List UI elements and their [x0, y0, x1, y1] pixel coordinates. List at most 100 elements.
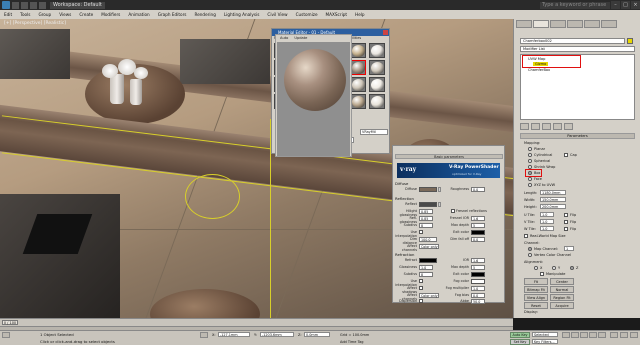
refl-gloss-field[interactable]: 0.85 — [419, 216, 433, 221]
material-slot[interactable] — [350, 94, 366, 109]
menu-graph-editors[interactable]: Graph Editors — [154, 12, 191, 17]
reflect-map-button[interactable] — [438, 202, 441, 207]
fog-bias-field[interactable]: 0.0 — [471, 293, 485, 298]
save-file-icon[interactable] — [30, 1, 37, 9]
material-slot[interactable] — [350, 77, 366, 92]
height-field[interactable]: 200.0mm — [540, 204, 566, 209]
ior-field[interactable]: 1.6 — [471, 258, 485, 263]
minimize-button[interactable]: – — [611, 1, 620, 9]
w-flip-checkbox[interactable] — [564, 227, 568, 231]
roughness-field[interactable]: 0.0 — [471, 187, 485, 192]
map-channel-field[interactable]: 1 — [564, 246, 574, 251]
real-world-checkbox[interactable] — [524, 234, 528, 238]
fresnel-checkbox[interactable] — [451, 209, 455, 213]
remove-modifier-icon[interactable] — [553, 123, 562, 130]
key-filters-button[interactable]: Key Filters... — [532, 339, 558, 344]
make-unique-icon[interactable] — [542, 123, 551, 130]
bitmap-fit-button[interactable]: Bitmap Fit — [524, 286, 548, 293]
tab-create[interactable] — [516, 20, 532, 28]
use-interp-checkbox[interactable] — [419, 230, 423, 234]
goto-start-icon[interactable] — [562, 332, 570, 338]
menu-edit[interactable]: Edit — [0, 12, 16, 17]
fog-mult-field[interactable]: 1.0 — [471, 286, 485, 291]
material-type-button[interactable]: VRayMtl — [360, 129, 388, 135]
menu-tools[interactable]: Tools — [16, 12, 34, 17]
fresnel-ior-field[interactable]: 1.6 — [471, 216, 485, 221]
close-icon[interactable] — [383, 30, 388, 35]
radio-map-channel[interactable] — [528, 247, 532, 251]
z-coordinate-field[interactable]: 0.0mm — [304, 332, 330, 337]
viewport-label[interactable]: [+] [Perspective] [Realistic] — [4, 21, 66, 26]
maxscript-listener-icon[interactable] — [2, 332, 10, 338]
fog-color-swatch[interactable] — [471, 279, 485, 284]
use-interp2-checkbox[interactable] — [419, 279, 423, 283]
menu-group[interactable]: Group — [34, 12, 55, 17]
tab-modify[interactable] — [533, 20, 549, 28]
diffuse-swatch[interactable] — [419, 187, 437, 192]
material-slot[interactable] — [350, 43, 366, 58]
pan-icon[interactable] — [620, 332, 628, 338]
goto-end-icon[interactable] — [598, 332, 606, 338]
radio-cylindrical[interactable] — [528, 153, 532, 157]
u-tile-field[interactable]: 1.0 — [540, 212, 554, 217]
new-file-icon[interactable] — [12, 1, 19, 9]
uvw-gizmo-circle[interactable] — [185, 174, 240, 219]
tab-motion[interactable] — [567, 20, 583, 28]
material-slot[interactable] — [369, 43, 385, 58]
play-icon[interactable] — [580, 332, 588, 338]
tab-hierarchy[interactable] — [550, 20, 566, 28]
stack-item-chamferbox[interactable]: ChamferBox — [528, 68, 550, 72]
r-subdivs-field[interactable]: 8 — [419, 272, 433, 277]
material-slot[interactable] — [369, 60, 385, 75]
affect-channels2-dropdown[interactable]: Color only — [419, 293, 439, 298]
maximize-button[interactable]: □ — [621, 1, 630, 9]
tab-auto[interactable]: Auto — [280, 35, 288, 41]
u-flip-checkbox[interactable] — [564, 213, 568, 217]
exit-color2-swatch[interactable] — [471, 272, 485, 277]
show-end-result-icon[interactable] — [531, 123, 540, 130]
width-field[interactable]: 150.0mm — [540, 197, 566, 202]
manipulate-checkbox[interactable] — [540, 272, 544, 276]
search-input[interactable]: Type a keyword or phrase — [540, 1, 610, 9]
material-slot[interactable] — [369, 94, 385, 109]
menu-animation[interactable]: Animation — [124, 12, 153, 17]
radio-spherical[interactable] — [528, 159, 532, 163]
close-button[interactable]: × — [631, 1, 640, 9]
menu-views[interactable]: Views — [55, 12, 75, 17]
r-max-depth-field[interactable]: 5 — [471, 265, 485, 270]
subdivs-field[interactable]: 8 — [419, 223, 433, 228]
time-slider[interactable]: 0 / 100 — [2, 320, 18, 325]
x-coordinate-field[interactable]: -127.1mm — [218, 332, 250, 337]
radio-vertex-color[interactable] — [528, 253, 532, 257]
object-color-swatch[interactable] — [627, 38, 633, 44]
app-logo-icon[interactable] — [2, 1, 10, 9]
v-flip-checkbox[interactable] — [564, 220, 568, 224]
selection-set-dropdown[interactable]: Selected — [532, 332, 558, 337]
tab-utilities[interactable] — [601, 20, 617, 28]
menu-create[interactable]: Create — [75, 12, 97, 17]
v-tile-field[interactable]: 1.0 — [540, 219, 554, 224]
y-coordinate-field[interactable]: -1203.6mm — [260, 332, 294, 337]
diffuse-map-button[interactable] — [438, 187, 441, 192]
prev-frame-icon[interactable] — [571, 332, 579, 338]
zoom-icon[interactable] — [610, 332, 618, 338]
open-file-icon[interactable] — [21, 1, 28, 9]
dim-distance-field[interactable]: 100.0 — [419, 237, 437, 242]
radio-axis-z[interactable] — [570, 266, 574, 270]
pin-stack-icon[interactable] — [520, 123, 529, 130]
affect-shadows-checkbox[interactable] — [419, 286, 423, 290]
abbe-field[interactable]: 50.0 — [471, 299, 485, 304]
add-time-tag[interactable]: Add Time Tag — [340, 340, 364, 344]
set-key-button[interactable]: Set Key — [510, 339, 530, 345]
auto-key-button[interactable]: Auto Key — [510, 332, 530, 338]
workspace-dropdown[interactable]: Workspace: Default — [50, 1, 105, 9]
undo-icon[interactable] — [39, 1, 46, 9]
radio-xyz-to-uvw[interactable] — [528, 183, 532, 187]
w-tile-field[interactable]: 1.0 — [540, 226, 554, 231]
reset-button[interactable]: Reset — [524, 302, 548, 309]
material-slot[interactable] — [350, 60, 366, 75]
material-slot[interactable] — [369, 77, 385, 92]
radio-face[interactable] — [528, 177, 532, 181]
region-fit-button[interactable]: Region Fit — [550, 294, 574, 301]
menu-maxscript[interactable]: MAXScript — [322, 12, 352, 17]
